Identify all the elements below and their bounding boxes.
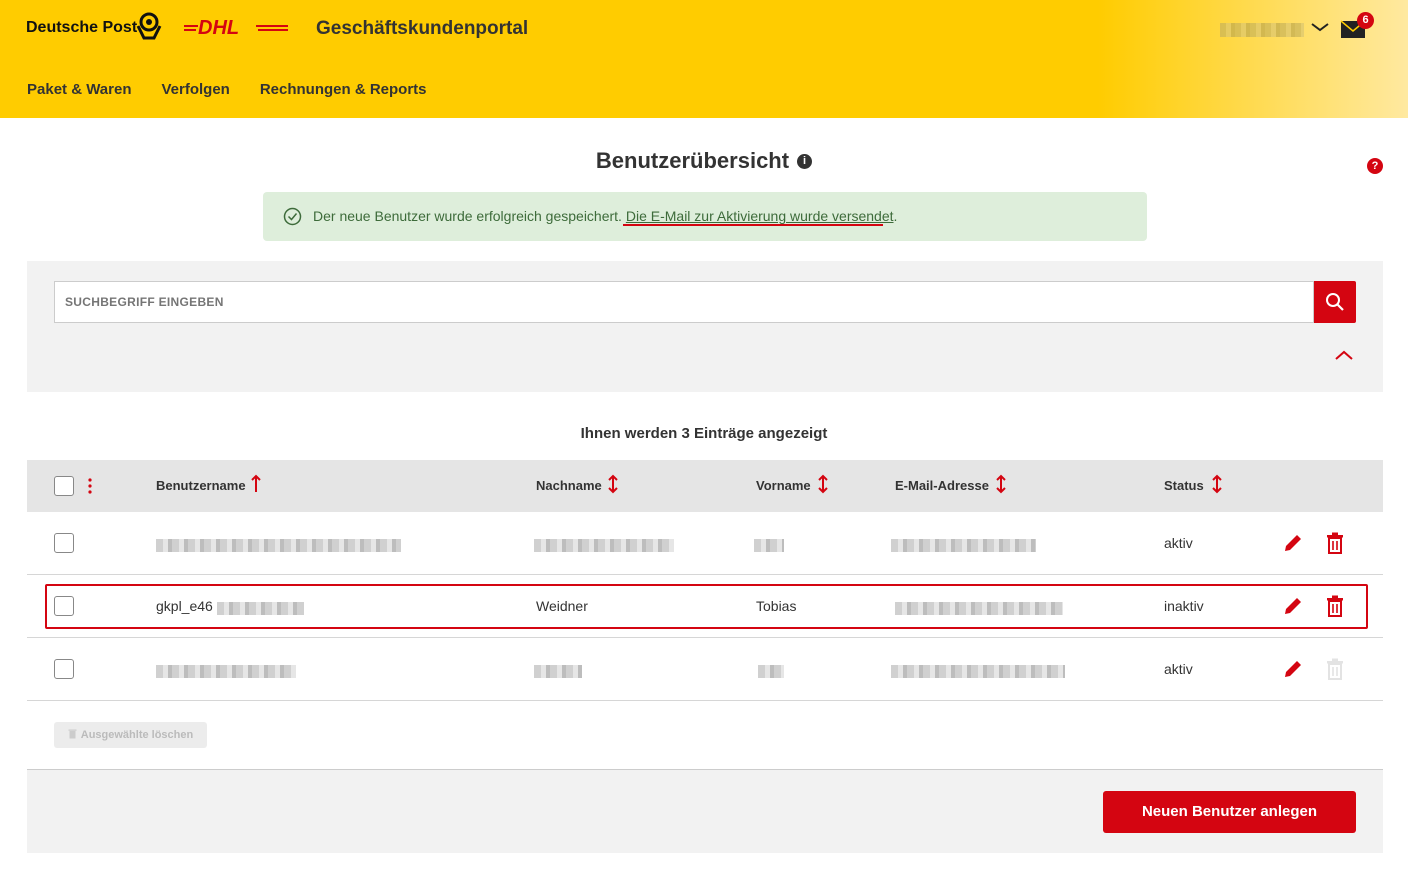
column-options-icon[interactable] [87,478,93,494]
nav-item-rechnungen-reports[interactable]: Rechnungen & Reports [260,81,427,98]
sort-icon[interactable] [995,474,1007,494]
trash-icon [68,729,77,739]
email-redacted [891,539,1036,552]
help-icon[interactable]: ? [1367,158,1383,174]
chevron-down-icon[interactable] [1310,20,1330,34]
trash-icon[interactable] [1326,532,1344,554]
lastname-redacted [534,665,582,678]
cell-status: aktiv [1164,661,1193,677]
post-horn-icon [136,12,162,40]
header: Deutsche Post DHL Geschäftskundenportal … [0,0,1408,118]
firstname-redacted [754,539,784,552]
new-user-button[interactable]: Neuen Benutzer anlegen [1103,791,1356,833]
username-redacted [156,665,296,678]
column-header-status[interactable]: Status [1164,478,1204,493]
notification-badge: 6 [1357,12,1374,29]
column-header-firstname[interactable]: Vorname [756,478,811,493]
success-message: Der neue Benutzer wurde erfolgreich gesp… [263,192,1147,241]
search-icon [1326,293,1344,311]
delete-selected-button[interactable]: Ausgewählte löschen [54,722,207,748]
email-redacted [891,665,1065,678]
main-nav: Paket & Waren Verfolgen Rechnungen & Rep… [27,81,427,98]
username-redacted [156,539,401,552]
deutsche-post-logo-text[interactable]: Deutsche Post [26,19,137,37]
pencil-icon[interactable] [1282,658,1304,680]
select-all-checkbox[interactable] [54,476,74,496]
svg-text:DHL: DHL [198,18,239,39]
column-header-lastname[interactable]: Nachname [536,478,602,493]
page-title: Benutzerübersicht [595,148,790,173]
portal-title: Geschäftskundenportal [316,18,529,39]
search-button[interactable] [1314,281,1356,323]
chevron-up-icon[interactable] [1334,349,1354,361]
search-input[interactable] [54,281,1314,323]
firstname-redacted [758,665,784,678]
footer-panel: Neuen Benutzer anlegen [27,769,1383,853]
search-panel [27,261,1383,392]
pencil-icon[interactable] [1282,532,1304,554]
activation-email-link[interactable]: Die E-Mail zur Aktivierung wurde versend… [626,208,894,224]
nav-item-verfolgen[interactable]: Verfolgen [161,81,229,98]
row-checkbox[interactable] [54,659,74,679]
column-header-username[interactable]: Benutzername [156,478,246,493]
page-title-wrap: Benutzerübersicht i [0,148,1408,174]
sort-icon[interactable] [817,474,829,494]
sort-icon[interactable] [1211,474,1223,494]
lastname-redacted [534,539,674,552]
check-circle-icon [283,207,302,226]
dhl-logo[interactable]: DHL [184,18,288,40]
row-checkbox[interactable] [54,533,74,553]
table-header: Benutzername Nachname Vorname E-Mail-Adr… [27,460,1383,512]
delete-selected-label: Ausgewählte löschen [80,729,194,741]
table-row[interactable]: aktiv [27,512,1383,575]
annotation-highlight-box [45,584,1368,629]
success-suffix: . [893,208,898,224]
annotation-underline [623,224,883,226]
trash-icon-disabled [1327,658,1343,680]
info-icon[interactable]: i [797,153,813,169]
sort-ascending-icon[interactable] [250,474,262,494]
user-table: Benutzername Nachname Vorname E-Mail-Adr… [27,460,1383,701]
cell-status: aktiv [1164,535,1193,551]
column-header-email[interactable]: E-Mail-Adresse [895,478,989,493]
table-row[interactable]: aktiv [27,638,1383,701]
sort-icon[interactable] [607,474,619,494]
entry-count: Ihnen werden 3 Einträge angezeigt [580,425,828,442]
success-text: Der neue Benutzer wurde erfolgreich gesp… [313,208,626,224]
nav-item-paket-waren[interactable]: Paket & Waren [27,81,131,98]
user-name-redacted[interactable] [1220,23,1304,37]
